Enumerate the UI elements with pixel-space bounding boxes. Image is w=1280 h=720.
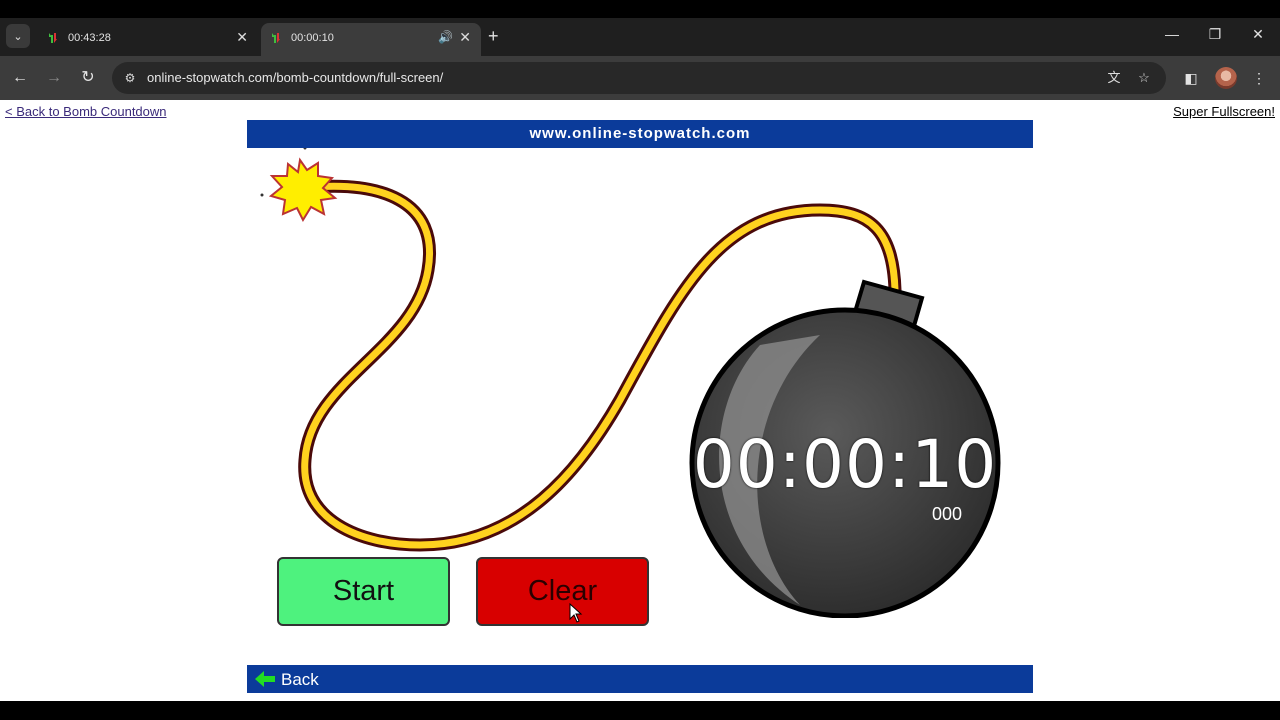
profile-avatar[interactable] — [1215, 67, 1237, 89]
back-button-label[interactable]: Back — [281, 670, 319, 690]
tab-title: 00:43:28 — [68, 32, 111, 44]
spark-dot — [303, 148, 307, 150]
forward-arrow-icon[interactable]: → — [42, 66, 66, 90]
back-arrow-icon[interactable]: ← — [8, 66, 32, 90]
tab-search-chevron-icon[interactable]: ⌄ — [6, 24, 30, 48]
browser-toolbar: ← → ↻ ⚙ online-stopwatch.com/bomb-countd… — [0, 56, 1280, 100]
site-banner[interactable]: www.online-stopwatch.com — [247, 120, 1033, 148]
tab-title: 00:00:10 — [291, 32, 334, 44]
bottom-nav-bar: Back — [247, 665, 1033, 693]
back-green-arrow-icon[interactable] — [255, 671, 275, 687]
page-content: < Back to Bomb Countdown Super Fullscree… — [0, 100, 1280, 701]
stopwatch-favicon-icon — [272, 33, 280, 43]
restore-icon[interactable]: ❐ — [1195, 26, 1235, 43]
bomb-illustration — [260, 148, 1001, 618]
spark-dot — [260, 193, 264, 197]
minimize-icon[interactable]: — — [1152, 26, 1192, 42]
milliseconds-display: 000 — [932, 504, 963, 524]
window-close-icon[interactable]: ✕ — [1238, 26, 1278, 43]
countdown-display: 00:00:10 — [692, 426, 998, 503]
bookmark-star-icon[interactable]: ☆ — [1134, 68, 1154, 88]
translate-icon[interactable]: 文 — [1104, 68, 1124, 88]
screen-bottom-border — [0, 701, 1280, 720]
address-bar[interactable]: ⚙ online-stopwatch.com/bomb-countdown/fu… — [112, 62, 1166, 94]
start-button[interactable]: Start — [277, 557, 450, 626]
tab-strip: ⌄ 00:43:28 ✕ 00:00:10 🔊 ✕ + — ❐ ✕ — [0, 18, 1280, 56]
mouse-cursor-icon — [569, 603, 583, 623]
clear-button[interactable]: Clear — [476, 557, 649, 626]
new-tab-plus-icon[interactable]: + — [488, 26, 499, 47]
stopwatch-favicon-icon — [49, 33, 57, 43]
spark — [268, 157, 338, 223]
back-to-bomb-countdown-link[interactable]: < Back to Bomb Countdown — [5, 104, 167, 119]
url-text: online-stopwatch.com/bomb-countdown/full… — [147, 70, 444, 85]
tab-timer-2[interactable]: 00:00:10 🔊 ✕ — [261, 23, 481, 56]
site-info-icon[interactable]: ⚙ — [120, 68, 140, 88]
reload-icon[interactable]: ↻ — [76, 66, 100, 90]
menu-kebab-icon[interactable]: ⋮ — [1248, 67, 1270, 89]
tab-close-icon[interactable]: ✕ — [459, 29, 471, 46]
super-fullscreen-link[interactable]: Super Fullscreen! — [1173, 104, 1275, 119]
tab-close-icon[interactable]: ✕ — [236, 29, 248, 46]
side-panel-icon[interactable]: ◧ — [1180, 67, 1202, 89]
audio-playing-icon[interactable]: 🔊 — [438, 30, 453, 44]
tab-timer-1[interactable]: 00:43:28 ✕ — [38, 23, 258, 56]
screen: ⌄ 00:43:28 ✕ 00:00:10 🔊 ✕ + — ❐ ✕ ← → ↻ — [0, 0, 1280, 720]
